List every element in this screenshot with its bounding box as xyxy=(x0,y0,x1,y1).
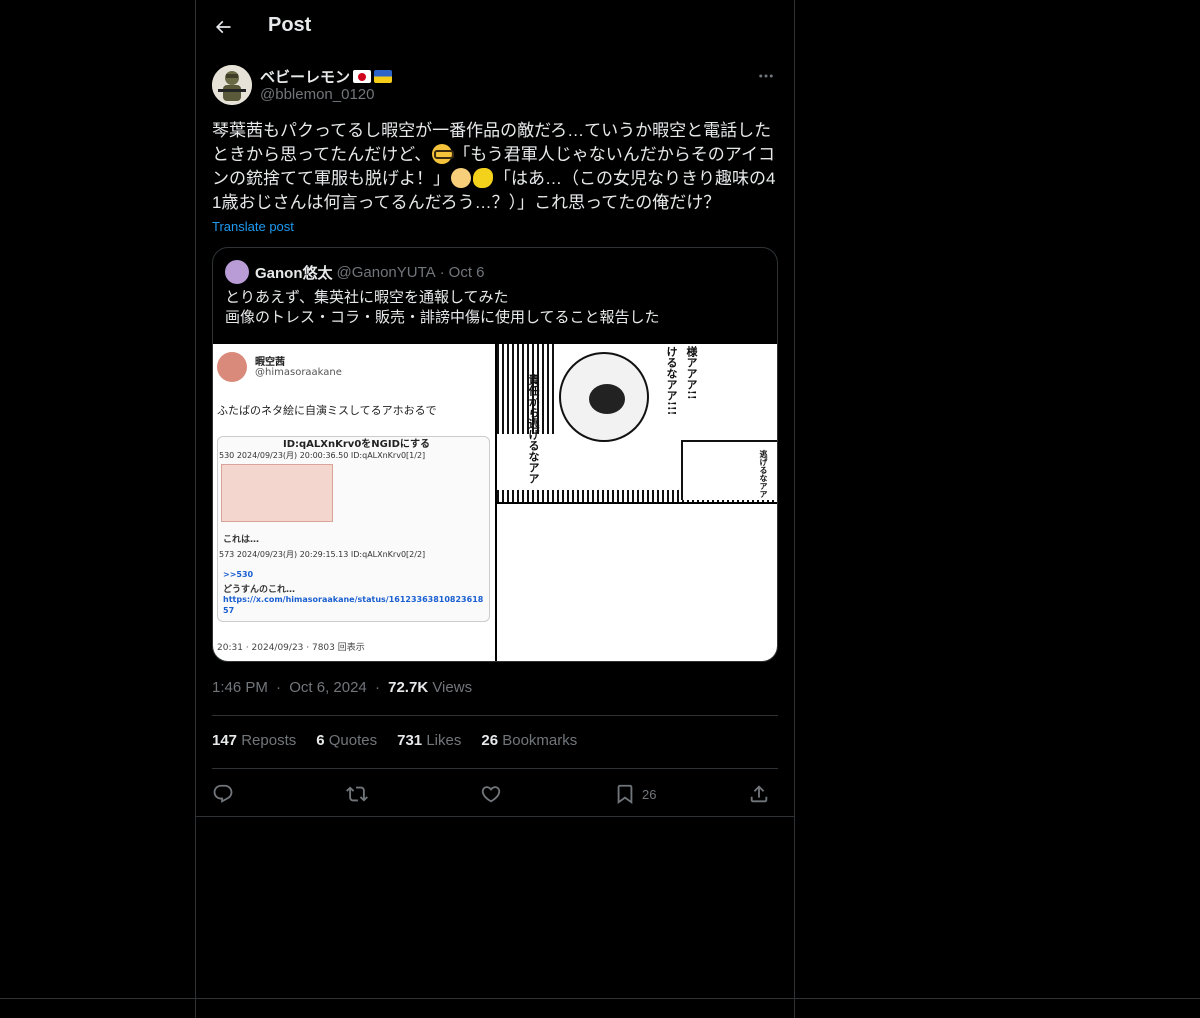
divider xyxy=(212,715,778,716)
quoted-media-grid: 暇空茜 @himasoraakane ふたばのネタ絵に自演ミスしてるアホおるで … xyxy=(213,344,777,661)
avatar-image xyxy=(212,65,252,105)
post-author: ベビーレモン @bblemon_0120 xyxy=(212,64,778,108)
translate-post-link[interactable]: Translate post xyxy=(212,219,294,234)
quotes-label: Quotes xyxy=(328,732,378,749)
manga-mouth xyxy=(589,384,625,414)
screenshot-post-1-body: これは… xyxy=(223,535,260,545)
quoted-avatar[interactable] xyxy=(225,260,249,284)
screenshot-thumbnail xyxy=(221,464,333,522)
quoted-image-1[interactable]: 暇空茜 @himasoraakane ふたばのネタ絵に自演ミスしてるアホおるで … xyxy=(213,344,495,661)
manga-text-3: 責任から逃げるなアア xyxy=(527,374,540,484)
bookmark-button[interactable]: 26 xyxy=(614,780,656,808)
likes-stat[interactable]: 731 Likes xyxy=(397,732,461,752)
manga-text-4: 逃げるなアア xyxy=(759,450,769,498)
likes-label: Likes xyxy=(426,732,462,749)
japan-flag-icon xyxy=(353,70,372,83)
nerd-face-icon xyxy=(432,144,455,164)
bookmarks-label: Bookmarks xyxy=(502,732,578,749)
post-bottom-divider xyxy=(196,816,794,817)
lemon-icon xyxy=(473,168,493,188)
page-title: Post xyxy=(268,14,312,36)
author-name-text: ベビーレモン xyxy=(260,69,351,86)
quoted-author-handle[interactable]: @GanonYUTA xyxy=(337,264,436,281)
repost-icon xyxy=(346,786,368,802)
likes-count: 731 xyxy=(397,732,423,749)
share-button[interactable] xyxy=(748,780,770,808)
screenshot-box-title: ID:qALXnKrv0をNGIDにする xyxy=(283,439,430,450)
screenshot-post-1: 530 2024/09/23(月) 20:00:36.50 ID:qALXnKr… xyxy=(219,451,426,460)
bottom-divider xyxy=(0,998,1200,999)
reposts-stat[interactable]: 147 Reposts xyxy=(212,732,296,752)
quotes-stat[interactable]: 6 Quotes xyxy=(316,732,377,752)
repost-button[interactable] xyxy=(346,780,368,808)
quotes-count: 6 xyxy=(316,732,325,749)
reposts-label: Reposts xyxy=(241,732,297,749)
avatar[interactable] xyxy=(212,65,252,105)
bookmark-count: 26 xyxy=(642,786,657,802)
screenshot-text: ふたばのネタ絵に自演ミスしてるアホおるで xyxy=(217,404,437,417)
views-label: Views xyxy=(432,679,473,696)
more-icon xyxy=(759,74,773,78)
reposts-count: 147 xyxy=(212,732,238,749)
post-stats: 147 Reposts 6 Quotes 731 Likes 26 Bookma… xyxy=(212,732,577,752)
quoted-image-3[interactable] xyxy=(497,504,777,661)
screenshot-reply: >>530 xyxy=(223,570,254,579)
screenshot-post-2: 573 2024/09/23(月) 20:29:15.13 ID:qALXnKr… xyxy=(219,550,426,559)
back-arrow-icon xyxy=(215,20,231,34)
bookmarks-count: 26 xyxy=(481,732,499,749)
header: Post xyxy=(196,0,794,54)
quoted-post[interactable]: Ganon悠太 @GanonYUTA · Oct 6 とりあえず、集英社に暇空を… xyxy=(212,247,778,662)
post-date[interactable]: Oct 6, 2024 xyxy=(289,679,367,696)
quoted-text: とりあえず、集英社に暇空を通報してみた 画像のトレス・コラ・販売・誹謗中傷に使用… xyxy=(225,289,660,326)
like-icon xyxy=(481,786,501,803)
manga-text-2: けるなアア!!! xyxy=(665,346,678,416)
quoted-author-name[interactable]: Ganon悠太 xyxy=(255,262,333,283)
bookmark-icon xyxy=(617,784,633,805)
screenshot-link: https://x.com/himasoraakane/status/16123… xyxy=(223,595,484,615)
meta-separator-2: · xyxy=(374,679,380,696)
divider-2 xyxy=(212,768,778,769)
quoted-post-header: Ganon悠太 @GanonYUTA · Oct 6 xyxy=(225,260,485,284)
screenshot-avatar xyxy=(217,352,247,382)
quoted-image-2[interactable]: 様アアア!! けるなアア!!! 責任から逃げるなアア 逃げるなアア xyxy=(497,344,777,502)
bookmarks-stat[interactable]: 26 Bookmarks xyxy=(481,732,577,752)
share-icon xyxy=(750,785,768,803)
quoted-date: Oct 6 xyxy=(448,263,485,281)
post-text: 琴葉茜もパクってるし暇空が一番作品の敵だろ…ていうか暇空と電話したときから思って… xyxy=(212,119,782,215)
screenshot-footer: 20:31 · 2024/09/23 · 7803 回表示 xyxy=(217,643,365,653)
screenshot-handle: @himasoraakane xyxy=(255,367,342,378)
timeline-column: Post ベビーレモン @bblemon_0120 琴葉茜もパクってるし暇空が一… xyxy=(195,0,795,1018)
baby-face-icon xyxy=(451,168,471,188)
quoted-separator: · xyxy=(439,263,445,281)
action-bar: 26 xyxy=(212,780,778,808)
meta-separator: · xyxy=(276,679,282,696)
more-button[interactable] xyxy=(754,64,778,88)
post-time[interactable]: 1:46 PM xyxy=(212,679,268,696)
back-button[interactable] xyxy=(210,14,236,40)
manga-text-1: 様アアア!! xyxy=(685,346,698,400)
screenshot-name: 暇空茜 xyxy=(255,357,285,368)
author-name[interactable]: ベビーレモン xyxy=(260,66,393,87)
author-handle[interactable]: @bblemon_0120 xyxy=(260,86,374,103)
like-button[interactable] xyxy=(480,780,502,808)
reply-button[interactable] xyxy=(212,780,234,808)
reply-icon xyxy=(213,784,233,803)
ukraine-flag-icon xyxy=(374,70,393,83)
views-count: 72.7K xyxy=(388,679,429,696)
post-meta: 1:46 PM · Oct 6, 2024 · 72.7K Views xyxy=(212,679,472,696)
